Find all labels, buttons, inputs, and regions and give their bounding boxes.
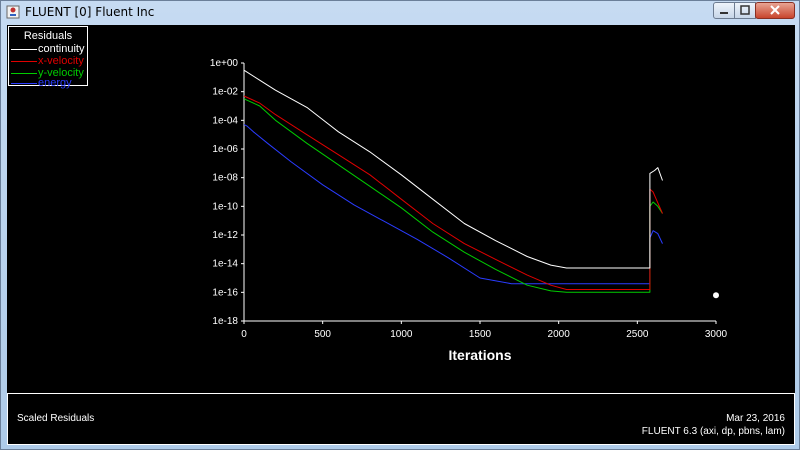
y-tick-label: 1e-16 xyxy=(212,287,238,298)
residuals-plot: 1e+00 1e-02 1e-04 1e-06 1e-08 1e-10 1e-12 1e-14… xyxy=(210,58,728,363)
x-tick-label: 2500 xyxy=(626,329,649,340)
y-tick-label: 1e-12 xyxy=(212,230,238,241)
legend-label: continuity xyxy=(38,43,85,55)
series-line-energy xyxy=(243,124,663,285)
x-tick-label: 500 xyxy=(314,329,331,340)
series-line-y-velocity xyxy=(243,98,663,293)
legend-swatch xyxy=(11,83,37,84)
x-tick-label: 1000 xyxy=(390,329,413,340)
maximize-button[interactable] xyxy=(734,2,756,19)
series-line-continuity xyxy=(243,69,663,269)
legend-item-energy: energy xyxy=(11,77,87,89)
minimize-icon xyxy=(720,12,728,14)
plot-caption: Scaled Residuals xyxy=(17,413,95,424)
x-axis-label: Iterations xyxy=(448,347,511,363)
plot-date: Mar 23, 2016 xyxy=(726,413,785,424)
legend-swatch xyxy=(11,73,37,74)
y-tick-label: 1e-06 xyxy=(212,144,238,155)
y-tick-label: 1e+00 xyxy=(210,58,239,69)
solver-version: FLUENT 6.3 (axi, dp, pbns, lam) xyxy=(641,426,785,437)
legend-swatch xyxy=(11,61,37,62)
title-bar[interactable]: FLUENT [0] Fluent Inc xyxy=(1,1,799,23)
y-tick-label: 1e-10 xyxy=(212,201,238,212)
y-tick-label: 1e-14 xyxy=(212,259,238,270)
close-button[interactable] xyxy=(755,2,795,19)
legend-label: energy xyxy=(38,77,72,89)
window-title: FLUENT [0] Fluent Inc xyxy=(25,5,155,19)
legend-label: x-velocity xyxy=(38,55,84,67)
legend-item-x-velocity: x-velocity xyxy=(11,55,87,67)
minimize-button[interactable] xyxy=(713,2,735,19)
y-tick-label: 1e-04 xyxy=(212,115,238,126)
y-tick-label: 1e-02 xyxy=(212,87,238,98)
x-tick-label: 3000 xyxy=(705,329,728,340)
legend: Residuals continuity x-velocity y-veloci… xyxy=(8,26,88,89)
x-tick-label: 2000 xyxy=(548,329,571,340)
footer-panel: Scaled Residuals Mar 23, 2016 FLUENT 6.3… xyxy=(7,393,795,445)
maximize-icon xyxy=(740,5,750,15)
legend-swatch xyxy=(11,49,37,50)
x-tick-label: 0 xyxy=(241,329,247,340)
legend-item-continuity: continuity xyxy=(11,43,87,55)
graphics-area[interactable]: 1e+00 1e-02 1e-04 1e-06 1e-08 1e-10 1e-12 1e-14… xyxy=(7,25,795,445)
annotation-point xyxy=(713,292,719,299)
fluent-app-icon xyxy=(6,5,20,19)
fluent-window: FLUENT [0] Fluent Inc 1e+00 1e-02 1e-04 1e-… xyxy=(0,0,800,450)
y-tick-label: 1e-08 xyxy=(212,173,238,184)
y-tick-label: 1e-18 xyxy=(212,316,238,327)
x-tick-label: 1500 xyxy=(469,329,492,340)
close-icon xyxy=(770,5,780,15)
legend-title: Residuals xyxy=(23,30,73,42)
